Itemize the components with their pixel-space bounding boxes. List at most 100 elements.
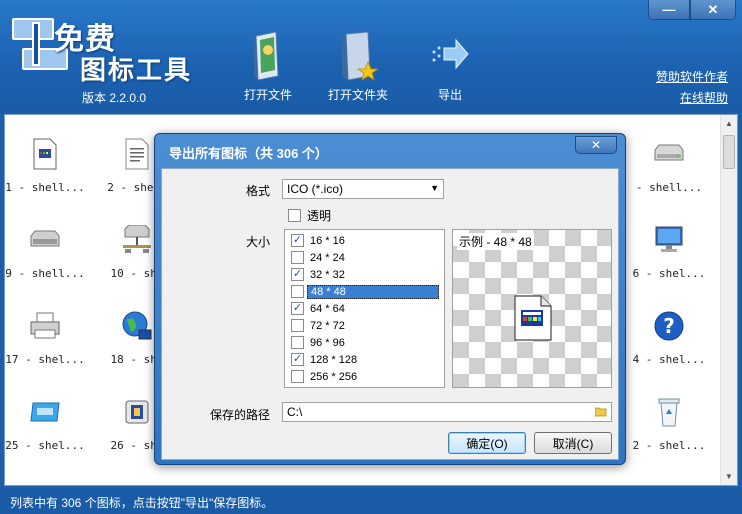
export-label: 导出 [437, 88, 462, 102]
network-drive-icon [120, 223, 154, 257]
path-label: 保存的路径 [210, 408, 271, 422]
media-icon [120, 395, 154, 429]
transparent-checkbox[interactable]: 透明 [288, 207, 331, 224]
size-item[interactable]: ✓ 128 * 128 [285, 351, 444, 368]
size-item[interactable]: ✓ 16 * 16 [285, 232, 444, 249]
size-checkbox[interactable]: ✓ [291, 302, 304, 315]
icon-item[interactable]: 25 - shel... [5, 385, 85, 455]
app-name-line2: 图标工具 [80, 56, 193, 86]
icon-preview: 示例 - 48 * 48 [452, 229, 612, 388]
size-item[interactable]: ✓ 32 * 32 [285, 266, 444, 283]
sponsor-link[interactable]: 赞助软件作者 [656, 68, 728, 85]
size-item-selected[interactable]: 48 * 48 [285, 283, 444, 300]
size-checkbox[interactable] [291, 285, 304, 298]
close-icon: ✕ [707, 1, 719, 17]
minimize-icon: — [662, 2, 676, 17]
size-item[interactable]: 96 * 96 [285, 334, 444, 351]
size-checkbox[interactable] [291, 251, 304, 264]
scroll-up-icon[interactable]: ▲ [721, 115, 737, 132]
icon-item[interactable]: 17 - shel... [5, 299, 85, 369]
icon-caption: 1 - shell... [5, 181, 85, 194]
open-file-label: 打开文件 [244, 88, 293, 102]
size-item-label: 64 * 64 [310, 302, 345, 315]
scroll-thumb[interactable] [723, 135, 735, 169]
size-checkbox[interactable]: ✓ [291, 268, 304, 281]
monitor-icon [652, 223, 686, 257]
status-bar: 列表中有 306 个图标，点击按钮"导出"保存图标。 [0, 488, 742, 514]
help-link[interactable]: 在线帮助 [680, 89, 728, 106]
chevron-down-icon: ▼ [430, 183, 439, 193]
open-folder-button[interactable]: 打开文件夹 [328, 30, 388, 103]
icon-caption: - shell... [635, 181, 703, 194]
document-icon [514, 295, 552, 341]
size-item-label: 24 * 24 [310, 251, 345, 264]
minimize-button[interactable]: — [648, 0, 690, 20]
icon-caption: 2 - shel... [632, 439, 706, 452]
icon-item[interactable]: 1 - shell... [5, 127, 85, 197]
size-item-label: 48 * 48 [307, 284, 439, 299]
path-value: C:\ [287, 405, 303, 419]
icon-item[interactable]: 6 - shel... [629, 213, 709, 283]
path-input[interactable]: C:\ [282, 402, 612, 422]
open-file-icon [254, 31, 279, 81]
size-item[interactable]: 24 * 24 [285, 249, 444, 266]
svg-text:?: ? [663, 314, 675, 338]
size-item[interactable]: 72 * 72 [285, 317, 444, 334]
size-label: 大小 [246, 235, 271, 249]
help-icon: ? [652, 309, 686, 343]
export-button[interactable]: 导出 [430, 30, 470, 103]
close-window-button[interactable]: ✕ [690, 0, 736, 20]
size-checkbox[interactable] [291, 319, 304, 332]
text-document-icon [120, 137, 154, 171]
size-item-label: 16 * 16 [310, 234, 345, 247]
app-header: 免费 图标工具 版本 2.2.0.0 打开文件 打开文件夹 导出 赞助软件作者 … [0, 0, 742, 112]
size-checkbox[interactable] [291, 336, 304, 349]
preview-label: 示例 - 48 * 48 [457, 233, 534, 250]
dialog-close-button[interactable]: ✕ [575, 136, 617, 154]
icon-caption: 6 - shel... [632, 267, 706, 280]
format-select[interactable]: ICO (*.ico) ▼ [282, 179, 444, 199]
open-file-button[interactable]: 打开文件 [244, 30, 292, 103]
size-checkbox[interactable]: ✓ [291, 234, 304, 247]
size-checkbox[interactable] [291, 370, 304, 383]
icon-caption: 9 - shell... [5, 267, 85, 280]
icon-item[interactable]: ? 4 - shel... [629, 299, 709, 369]
size-item-label: 256 * 256 [310, 370, 358, 383]
dialog-body: 格式 ICO (*.ico) ▼ 透明 大小 ✓ 16 * 16 24 * 24… [161, 168, 619, 460]
icon-caption: 4 - shel... [632, 353, 706, 366]
size-item-label: 32 * 32 [310, 268, 345, 281]
recycle-bin-icon [652, 395, 686, 429]
transparent-check-box[interactable] [288, 209, 301, 222]
ok-button[interactable]: 确定(O) [448, 432, 526, 454]
dialog-title: 导出所有图标（共 306 个） [169, 146, 328, 161]
icon-item[interactable]: 2 - shel... [629, 385, 709, 455]
icon-item[interactable]: - shell... [629, 127, 709, 197]
size-item[interactable]: 256 * 256 [285, 368, 444, 385]
close-icon: ✕ [590, 138, 602, 152]
cancel-button[interactable]: 取消(C) [534, 432, 612, 454]
icon-caption: 25 - shel... [5, 439, 85, 452]
format-value: ICO (*.ico) [287, 182, 344, 196]
size-item-label: 128 * 128 [310, 353, 358, 366]
drive-icon [652, 137, 686, 171]
size-list: ✓ 16 * 16 24 * 24 ✓ 32 * 32 48 * 48 ✓ 64… [284, 229, 445, 388]
icon-item[interactable]: 9 - shell... [5, 213, 85, 283]
printer-icon [28, 309, 62, 343]
open-folder-icon [342, 31, 378, 81]
export-dialog: 导出所有图标（共 306 个） ✕ 格式 ICO (*.ico) ▼ 透明 大小… [154, 133, 626, 465]
document-icon [28, 137, 62, 171]
folder-icon[interactable] [595, 407, 607, 417]
size-item[interactable]: ✓ 64 * 64 [285, 300, 444, 317]
size-item-label: 72 * 72 [310, 319, 345, 332]
format-label: 格式 [246, 184, 271, 198]
size-checkbox[interactable]: ✓ [291, 353, 304, 366]
card-icon [28, 395, 62, 429]
scroll-down-icon[interactable]: ▼ [721, 468, 737, 485]
size-item-label: 96 * 96 [310, 336, 345, 349]
removable-drive-icon [28, 223, 62, 257]
export-arrow-icon [432, 38, 469, 70]
app-version: 版本 2.2.0.0 [82, 91, 147, 105]
icon-caption: 17 - shel... [5, 353, 85, 366]
transparent-label: 透明 [307, 209, 332, 223]
vertical-scrollbar[interactable]: ▲ ▼ [720, 115, 737, 485]
